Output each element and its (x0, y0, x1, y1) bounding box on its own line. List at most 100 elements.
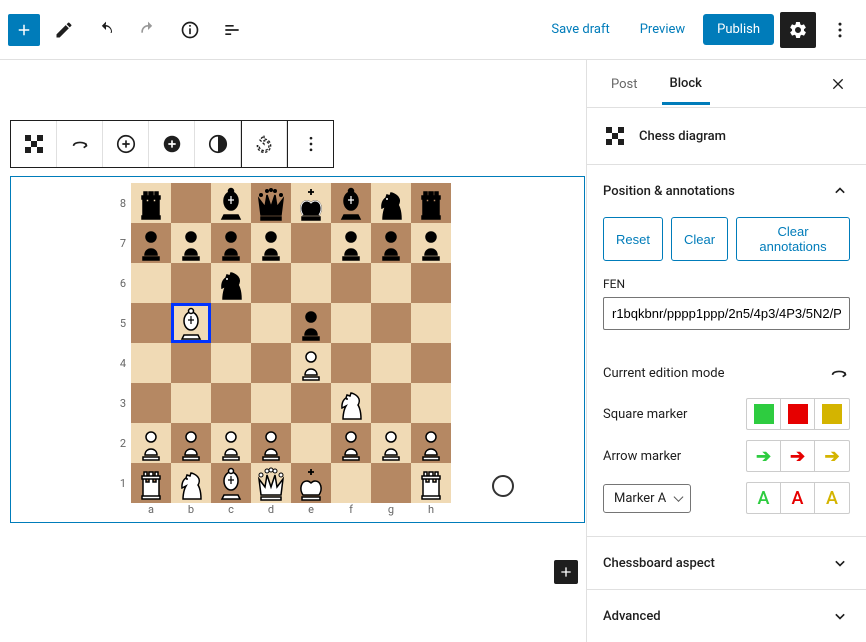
square-a4[interactable] (131, 343, 171, 383)
arrow-marker-red[interactable]: ➔ (781, 441, 815, 471)
panel-advanced-toggle[interactable]: Advanced (587, 590, 866, 642)
square-marker-red[interactable] (781, 399, 815, 429)
square-b6[interactable] (171, 263, 211, 303)
square-f8[interactable] (331, 183, 371, 223)
contrast-button[interactable] (195, 121, 241, 167)
square-e2[interactable] (291, 423, 331, 463)
clear-button[interactable]: Clear (671, 217, 728, 261)
publish-button[interactable]: Publish (703, 14, 774, 45)
square-a2[interactable] (131, 423, 171, 463)
add-block-after-button[interactable] (554, 560, 578, 584)
square-e8[interactable] (291, 183, 331, 223)
square-g1[interactable] (371, 463, 411, 503)
square-b7[interactable] (171, 223, 211, 263)
square-b3[interactable] (171, 383, 211, 423)
square-h7[interactable] (411, 223, 451, 263)
square-a7[interactable] (131, 223, 171, 263)
square-g5[interactable] (371, 303, 411, 343)
square-c2[interactable] (211, 423, 251, 463)
undo-button[interactable] (88, 12, 124, 48)
block-type-button[interactable] (11, 121, 57, 167)
preview-button[interactable]: Preview (628, 16, 697, 43)
redo-button[interactable] (130, 12, 166, 48)
text-marker-green[interactable]: A (747, 483, 781, 513)
square-g6[interactable] (371, 263, 411, 303)
square-marker-yellow[interactable] (815, 399, 849, 429)
add-block-button[interactable] (8, 14, 40, 46)
panel-aspect-toggle[interactable]: Chessboard aspect (587, 537, 866, 589)
square-d3[interactable] (251, 383, 291, 423)
square-e4[interactable] (291, 343, 331, 383)
square-a1[interactable] (131, 463, 171, 503)
square-e5[interactable] (291, 303, 331, 343)
square-g7[interactable] (371, 223, 411, 263)
square-b8[interactable] (171, 183, 211, 223)
square-d1[interactable] (251, 463, 291, 503)
block-more-button[interactable] (287, 121, 333, 167)
square-h3[interactable] (411, 383, 451, 423)
text-marker-yellow[interactable]: A (815, 483, 849, 513)
square-c3[interactable] (211, 383, 251, 423)
square-h5[interactable] (411, 303, 451, 343)
square-h4[interactable] (411, 343, 451, 383)
square-f4[interactable] (331, 343, 371, 383)
arrow-tool-button[interactable] (57, 121, 103, 167)
square-c6[interactable] (211, 263, 251, 303)
marker-select[interactable]: Marker A (603, 484, 691, 513)
square-c7[interactable] (211, 223, 251, 263)
square-c1[interactable] (211, 463, 251, 503)
text-marker-red[interactable]: A (781, 483, 815, 513)
save-draft-button[interactable]: Save draft (539, 16, 621, 43)
square-d8[interactable] (251, 183, 291, 223)
settings-button[interactable] (780, 12, 816, 48)
square-f1[interactable] (331, 463, 371, 503)
add-piece-filled-button[interactable] (149, 121, 195, 167)
arrow-marker-yellow[interactable]: ➔ (815, 441, 849, 471)
square-f6[interactable] (331, 263, 371, 303)
fen-input[interactable] (603, 297, 850, 330)
info-button[interactable] (172, 12, 208, 48)
edit-mode-button[interactable] (46, 12, 82, 48)
square-h6[interactable] (411, 263, 451, 303)
square-h8[interactable] (411, 183, 451, 223)
chessboard[interactable] (131, 183, 451, 503)
square-g8[interactable] (371, 183, 411, 223)
chess-diagram-block[interactable]: 87654321 abcdefgh (10, 176, 585, 523)
square-a5[interactable] (131, 303, 171, 343)
square-b2[interactable] (171, 423, 211, 463)
square-f7[interactable] (331, 223, 371, 263)
square-a8[interactable] (131, 183, 171, 223)
square-d4[interactable] (251, 343, 291, 383)
square-c8[interactable] (211, 183, 251, 223)
square-e1[interactable] (291, 463, 331, 503)
square-c4[interactable] (211, 343, 251, 383)
arrow-marker-green[interactable]: ➔ (747, 441, 781, 471)
square-d6[interactable] (251, 263, 291, 303)
square-a6[interactable] (131, 263, 171, 303)
rotate-button[interactable] (241, 121, 287, 167)
panel-position-toggle[interactable]: Position & annotations (587, 165, 866, 217)
square-g2[interactable] (371, 423, 411, 463)
square-g4[interactable] (371, 343, 411, 383)
square-f5[interactable] (331, 303, 371, 343)
tab-post[interactable]: Post (603, 63, 646, 104)
square-marker-green[interactable] (747, 399, 781, 429)
square-c5[interactable] (211, 303, 251, 343)
square-b1[interactable] (171, 463, 211, 503)
square-e6[interactable] (291, 263, 331, 303)
clear-annotations-button[interactable]: Clear annotations (736, 217, 850, 261)
square-b4[interactable] (171, 343, 211, 383)
square-h2[interactable] (411, 423, 451, 463)
square-d5[interactable] (251, 303, 291, 343)
tab-block[interactable]: Block (662, 62, 710, 105)
close-sidebar-button[interactable] (826, 72, 850, 96)
square-d7[interactable] (251, 223, 291, 263)
more-menu-button[interactable] (822, 12, 858, 48)
square-a3[interactable] (131, 383, 171, 423)
square-e7[interactable] (291, 223, 331, 263)
square-g3[interactable] (371, 383, 411, 423)
reset-button[interactable]: Reset (603, 217, 663, 261)
square-f2[interactable] (331, 423, 371, 463)
square-d2[interactable] (251, 423, 291, 463)
square-f3[interactable] (331, 383, 371, 423)
